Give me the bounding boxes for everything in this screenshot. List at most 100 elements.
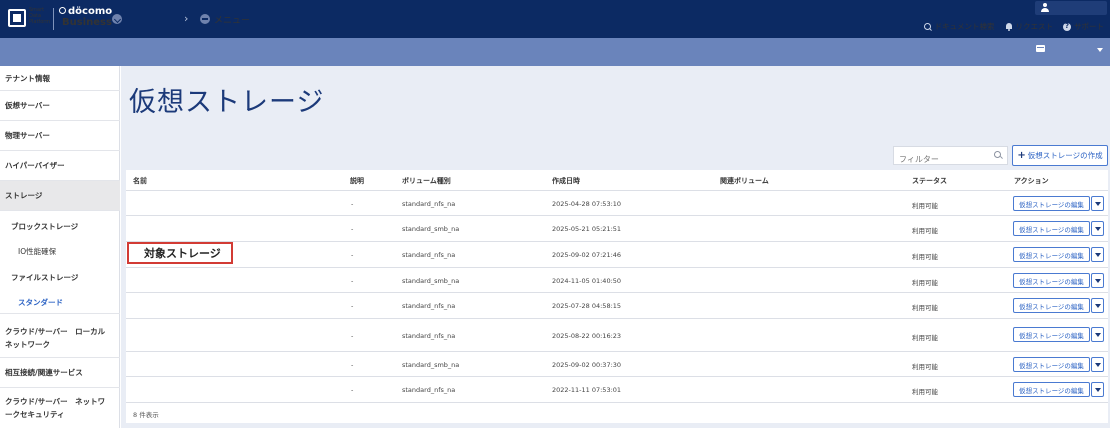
edit-storage-button[interactable]: 仮想ストレージの編集 xyxy=(1013,247,1090,262)
sidebar-item-interconnect[interactable]: 相互接続/関連サービス xyxy=(0,358,120,388)
column-header-name[interactable]: 名前 xyxy=(133,176,147,186)
cell-volume-type: standard_smb_na xyxy=(402,277,460,285)
action-dropdown-icon[interactable] xyxy=(1091,196,1104,211)
logo-text-line: Platform xyxy=(29,19,51,25)
sidebar-item-standard[interactable]: スタンダード xyxy=(0,292,120,314)
breadcrumb-menu[interactable]: メニュー xyxy=(214,13,250,26)
sidebar-item-hypervisor[interactable]: ハイパーバイザー xyxy=(0,151,120,181)
cell-created: 2025-09-02 07:21:46 xyxy=(552,251,622,259)
menu-icon[interactable] xyxy=(200,14,210,24)
cell-description: - xyxy=(351,277,354,285)
sidebar-item-storage[interactable]: ストレージ xyxy=(0,181,120,211)
cell-created: 2025-07-28 04:58:15 xyxy=(552,302,622,310)
support-link[interactable]: サポート xyxy=(1063,21,1104,32)
table-row[interactable] xyxy=(126,267,1108,268)
table-row[interactable] xyxy=(126,241,1108,242)
cell-volume-type: standard_nfs_na xyxy=(402,302,456,310)
filter-input[interactable] xyxy=(894,151,989,168)
sidebar-item-label: 相互接続/関連サービス xyxy=(5,368,83,377)
table-row[interactable] xyxy=(126,351,1108,352)
action-dropdown-icon[interactable] xyxy=(1091,298,1104,313)
sidebar-item-label: ブロックストレージ xyxy=(11,221,79,231)
smart-data-platform-logo-icon[interactable] xyxy=(8,9,26,27)
table-row[interactable] xyxy=(126,215,1108,216)
action-dropdown-icon[interactable] xyxy=(1091,327,1104,342)
cell-created: 2025-05-21 05:21:51 xyxy=(552,225,622,233)
bell-icon xyxy=(1005,22,1013,31)
column-header-volume-type[interactable]: ボリューム種別 xyxy=(402,176,451,186)
create-button-label: 仮想ストレージの作成 xyxy=(1027,151,1103,160)
cell-created: 2025-09-02 00:37:30 xyxy=(552,361,622,369)
table-row[interactable] xyxy=(126,292,1108,293)
request-link[interactable]: リクエスト xyxy=(1005,21,1054,32)
search-icon xyxy=(923,22,932,31)
sidebar-item-label: IO性能確保 xyxy=(18,246,57,256)
column-header-related-volume[interactable]: 関連ボリューム xyxy=(720,176,769,186)
request-label: リクエスト xyxy=(1015,22,1054,31)
cell-created: 2025-04-28 07:53:10 xyxy=(552,200,622,208)
table-row[interactable] xyxy=(126,190,1108,191)
edit-storage-button[interactable]: 仮想ストレージの編集 xyxy=(1013,357,1090,372)
cell-description: - xyxy=(351,361,354,369)
create-virtual-storage-button[interactable]: + 仮想ストレージの作成 xyxy=(1012,145,1108,166)
sidebar-item-file-storage[interactable]: ファイルストレージ xyxy=(0,266,120,288)
document-search-label: ドキュメント検索 xyxy=(934,22,995,31)
user-icon xyxy=(1041,3,1049,12)
sub-header-bar xyxy=(0,38,1110,66)
action-dropdown-icon[interactable] xyxy=(1091,382,1104,397)
sidebar-item-block-storage[interactable]: ブロックストレージ xyxy=(0,215,120,237)
sidebar-item-io-performance[interactable]: IO性能確保 xyxy=(0,240,120,262)
cell-description: - xyxy=(351,302,354,310)
sidebar-item-cloud-local-network[interactable]: クラウド/サーバー ローカルネットワーク xyxy=(0,318,120,358)
chevron-down-icon[interactable] xyxy=(112,14,122,24)
edit-storage-button[interactable]: 仮想ストレージの編集 xyxy=(1013,196,1090,211)
sidebar-item-label: ファイルストレージ xyxy=(11,272,79,282)
sidebar-item-cloud-network-security[interactable]: クラウド/サーバー ネットワークセキュリティ xyxy=(0,388,120,428)
document-search-link[interactable]: ドキュメント検索 xyxy=(923,21,995,32)
help-icon xyxy=(1063,22,1071,31)
table-row[interactable] xyxy=(126,318,1108,319)
edit-storage-button[interactable]: 仮想ストレージの編集 xyxy=(1013,273,1090,288)
header-links: ドキュメント検索 リクエスト サポート xyxy=(923,21,1104,32)
cell-status: 利用可能 xyxy=(912,279,938,287)
action-dropdown-icon[interactable] xyxy=(1091,221,1104,236)
sidebar-item-virtual-server[interactable]: 仮想サーバー xyxy=(0,91,120,121)
sidebar-item-label: スタンダード xyxy=(18,298,63,307)
search-icon xyxy=(994,151,1003,160)
column-header-description[interactable]: 説明 xyxy=(350,176,364,186)
edit-storage-button[interactable]: 仮想ストレージの編集 xyxy=(1013,327,1090,342)
cell-created: 2024-11-05 01:40:50 xyxy=(552,277,622,285)
column-header-created[interactable]: 作成日時 xyxy=(552,176,580,186)
cell-status: 利用可能 xyxy=(912,253,938,261)
edit-storage-button[interactable]: 仮想ストレージの編集 xyxy=(1013,221,1090,236)
cell-volume-type: standard_nfs_na xyxy=(402,332,456,340)
filter-field[interactable] xyxy=(893,146,1008,168)
caret-down-icon[interactable] xyxy=(1097,48,1103,52)
cell-created: 2022-11-11 07:53:01 xyxy=(552,386,622,394)
sidebar-item-physical-server[interactable]: 物理サーバー xyxy=(0,121,120,151)
action-dropdown-icon[interactable] xyxy=(1091,273,1104,288)
docomo-mark-icon xyxy=(59,7,66,14)
cell-description: - xyxy=(351,251,354,259)
sidebar-item-label: 物理サーバー xyxy=(5,131,50,140)
cell-volume-type: standard_nfs_na xyxy=(402,251,456,259)
cell-created: 2025-08-22 00:16:23 xyxy=(552,332,622,340)
sidebar-item-label: クラウド/サーバー ネットワークセキュリティ xyxy=(5,397,106,419)
table-row[interactable] xyxy=(126,376,1108,377)
sidebar-item-tenant[interactable]: テナント情報 xyxy=(0,66,120,91)
table-row-end xyxy=(126,402,1108,403)
logo-text: Smart Data Platform xyxy=(29,7,51,25)
edit-storage-button[interactable]: 仮想ストレージの編集 xyxy=(1013,298,1090,313)
edit-storage-button[interactable]: 仮想ストレージの編集 xyxy=(1013,382,1090,397)
action-dropdown-icon[interactable] xyxy=(1091,357,1104,372)
brand-bottom: Business xyxy=(62,17,112,28)
action-dropdown-icon[interactable] xyxy=(1091,247,1104,262)
card-icon[interactable] xyxy=(1036,45,1045,52)
target-storage-callout: 対象ストレージ xyxy=(127,242,233,264)
sidebar-item-label: ストレージ xyxy=(5,191,43,200)
column-header-status[interactable]: ステータス xyxy=(912,176,947,186)
cell-volume-type: standard_nfs_na xyxy=(402,386,456,394)
sidebar-item-label: テナント情報 xyxy=(5,73,50,83)
sidebar-item-label: ハイパーバイザー xyxy=(5,161,65,170)
cell-status: 利用可能 xyxy=(912,388,938,396)
